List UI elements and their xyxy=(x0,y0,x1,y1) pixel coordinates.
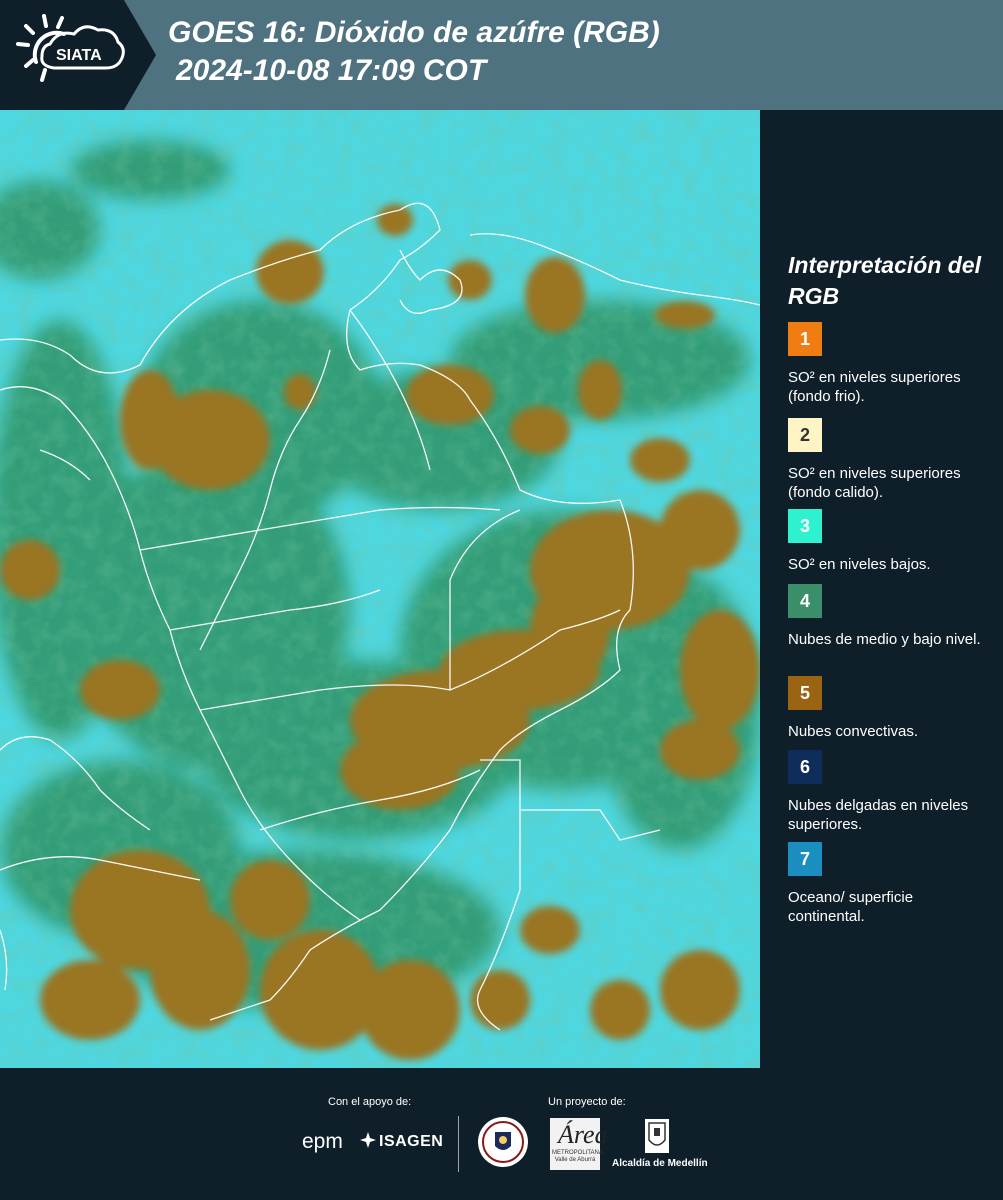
epm-logo: epm xyxy=(302,1130,343,1153)
project-label: Un proyecto de: xyxy=(548,1096,626,1108)
satellite-map xyxy=(0,110,760,1068)
page-title: GOES 16: Dióxido de azúfre (RGB) 2024-10… xyxy=(168,14,660,90)
legend-item-4: 4 Nubes de medio y bajo nivel. xyxy=(788,584,993,649)
alcaldia-text: Alcaldía de Medellín xyxy=(612,1158,708,1169)
legend-item-1: 1 SO² en niveles superiores (fondo frio)… xyxy=(788,322,993,406)
legend-swatch: 4 xyxy=(788,584,822,618)
legend-swatch: 3 xyxy=(788,509,822,543)
amva-initial: Área xyxy=(558,1120,608,1149)
legend-panel: Interpretación del RGB 1 SO² en niveles … xyxy=(760,110,1003,1068)
siata-logo-icon: SIATA xyxy=(16,14,125,82)
isagen-logo: ISAGEN xyxy=(360,1132,443,1151)
legend-title: Interpretación del RGB xyxy=(788,252,981,309)
alcaldia-shield-icon xyxy=(645,1119,669,1153)
header-bar: SIATA GOES 16: Dióxido de azúfre (RGB) 2… xyxy=(0,0,1003,110)
legend-label: Oceano/ superficie continental. xyxy=(788,889,914,925)
amva-text: METROPOLITANA Valle de Aburrá xyxy=(552,1150,603,1163)
legend-item-3: 3 SO² en niveles bajos. xyxy=(788,509,993,574)
satellite-image xyxy=(0,110,760,1068)
legend-label: SO² en niveles bajos. xyxy=(788,556,931,573)
logo-text: SIATA xyxy=(56,47,102,64)
title-line-2: 2024-10-08 17:09 COT xyxy=(176,54,487,87)
area-metropolitana-logo: Área METROPOLITANA Valle de Aburrá xyxy=(550,1118,608,1170)
legend-swatch: 1 xyxy=(788,322,822,356)
legend-label: Nubes de medio y bajo nivel. xyxy=(788,631,981,648)
isagen-text: ISAGEN xyxy=(379,1133,444,1150)
legend-swatch: 6 xyxy=(788,750,822,784)
legend-label: Nubes delgadas en niveles superiores. xyxy=(788,797,969,833)
legend-item-5: 5 Nubes convectivas. xyxy=(788,676,993,741)
legend-swatch: 2 xyxy=(788,418,822,452)
legend-label: Nubes convectivas. xyxy=(788,723,919,740)
footer: Con el apoyo de: Un proyecto de: epm ISA… xyxy=(0,1068,1003,1200)
legend-label: SO² en niveles superiores (fondo calido)… xyxy=(788,465,961,501)
footer-divider xyxy=(458,1116,459,1172)
legend-item-7: 7 Oceano/ superficie continental. xyxy=(788,842,993,926)
isagen-icon xyxy=(360,1132,376,1148)
medellin-seal-icon xyxy=(478,1117,528,1167)
legend-swatch: 5 xyxy=(788,676,822,710)
support-label: Con el apoyo de: xyxy=(328,1096,412,1108)
legend-item-6: 6 Nubes delgadas en niveles superiores. xyxy=(788,750,993,834)
title-line-1: GOES 16: Dióxido de azúfre (RGB) xyxy=(168,16,660,49)
legend-item-2: 2 SO² en niveles superiores (fondo calid… xyxy=(788,418,993,502)
legend-swatch: 7 xyxy=(788,842,822,876)
legend-label: SO² en niveles superiores (fondo frio). xyxy=(788,369,961,405)
